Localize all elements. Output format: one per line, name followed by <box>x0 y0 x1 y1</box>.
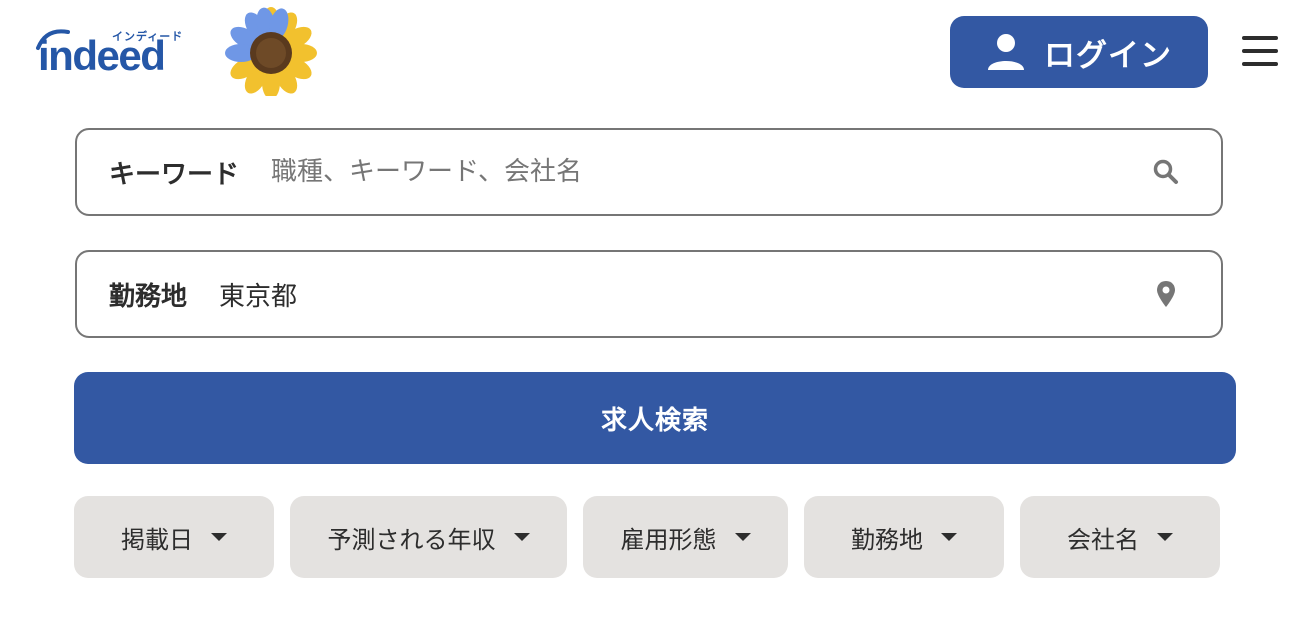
menu-bar <box>1242 49 1278 53</box>
caret-down-icon <box>211 533 227 541</box>
filter-label: 掲載日 <box>121 525 193 554</box>
location-field: 勤務地 <box>75 250 1223 338</box>
location-label: 勤務地 <box>109 281 188 312</box>
indeed-logo[interactable]: インディード indeed <box>34 24 190 79</box>
filter-date-posted[interactable]: 掲載日 <box>74 496 274 578</box>
login-button[interactable]: ログイン <box>950 16 1208 88</box>
site-header: インディード indeed ログイン <box>0 0 1310 110</box>
caret-down-icon <box>734 533 751 541</box>
search-icon[interactable] <box>1151 157 1181 187</box>
location-pin-icon[interactable] <box>1151 279 1181 309</box>
filter-employment-type[interactable]: 雇用形態 <box>583 496 788 578</box>
sunflower-image <box>225 7 317 96</box>
filter-label: 雇用形態 <box>620 525 717 554</box>
menu-bar <box>1242 62 1278 66</box>
caret-down-icon <box>513 533 530 541</box>
menu-bar <box>1242 36 1278 40</box>
filter-label: 予測される年収 <box>327 525 496 554</box>
filter-company[interactable]: 会社名 <box>1020 496 1220 578</box>
logo-wordmark: indeed <box>38 32 166 79</box>
location-input[interactable] <box>219 279 1151 309</box>
hamburger-menu-icon[interactable] <box>1240 36 1280 66</box>
caret-down-icon <box>1157 533 1173 541</box>
keyword-label: キーワード <box>109 159 240 190</box>
login-label: ログイン <box>1044 37 1172 74</box>
keyword-field: キーワード <box>75 128 1223 216</box>
filter-label: 会社名 <box>1067 525 1139 554</box>
filter-label: 勤務地 <box>851 525 923 554</box>
filter-location[interactable]: 勤務地 <box>804 496 1004 578</box>
caret-down-icon <box>941 533 957 541</box>
filter-salary[interactable]: 予測される年収 <box>290 496 567 578</box>
find-jobs-button[interactable]: 求人検索 <box>74 372 1236 464</box>
user-icon <box>988 34 1024 70</box>
keyword-input[interactable] <box>271 157 1151 187</box>
